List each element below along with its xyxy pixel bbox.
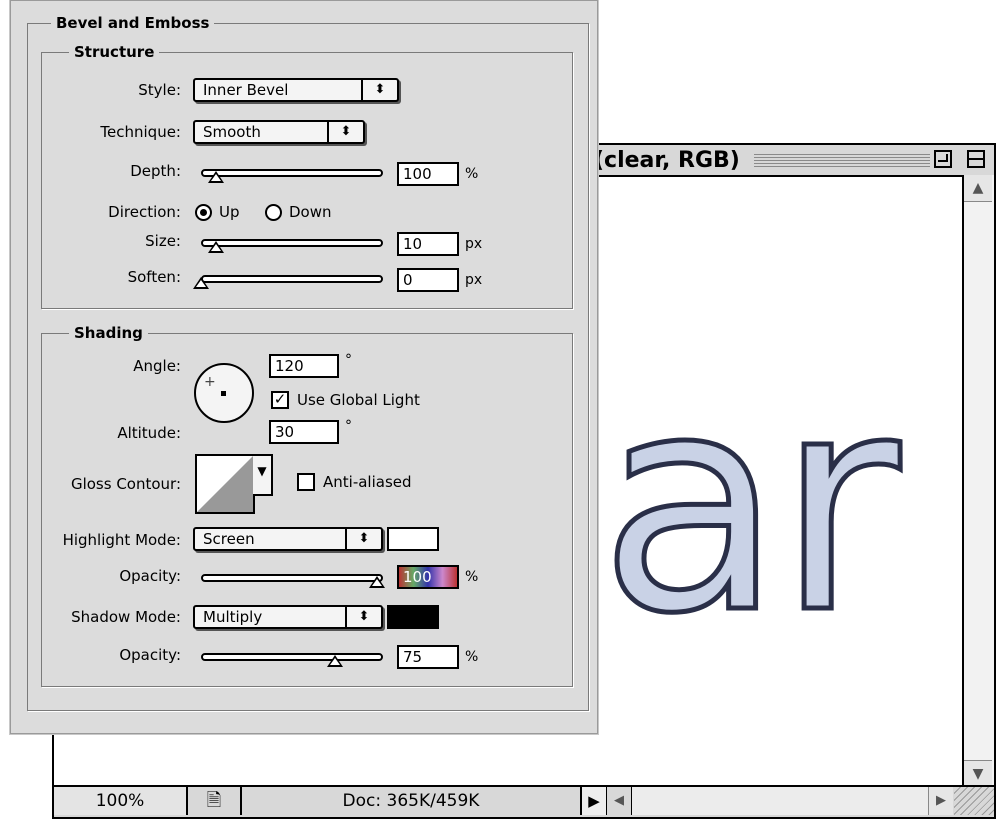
shading-title: Shading: [69, 324, 148, 342]
shadow-opacity-unit: %: [465, 649, 479, 665]
highlight-mode-label: Highlight Mode:: [62, 531, 181, 549]
style-popup[interactable]: Inner Bevel ⬍: [193, 78, 399, 102]
use-global-light-checkbox[interactable]: ✓: [271, 391, 289, 409]
direction-down-label[interactable]: Down: [289, 202, 332, 222]
shading-group: [41, 333, 573, 687]
vertical-scrollbar[interactable]: ▲ ▼: [962, 175, 994, 787]
shadow-opacity-field[interactable]: 75: [397, 645, 459, 669]
direction-down-radio[interactable]: [265, 204, 282, 221]
soften-slider-track[interactable]: [201, 275, 383, 283]
status-bar: 100% 🗎 Doc: 365K/459K ▶ ◀ ▶: [54, 785, 994, 817]
bevel-emboss-panel: Bevel and Emboss Structure Style: Inner …: [10, 0, 598, 734]
depth-unit: %: [465, 166, 479, 182]
shadow-mode-label: Shadow Mode:: [71, 608, 181, 626]
contour-dropdown-arrow-icon[interactable]: ▼: [253, 454, 273, 496]
title-bar-drag-lines[interactable]: [754, 152, 930, 168]
shadow-opacity-slider-track[interactable]: [201, 653, 383, 661]
scroll-left-icon[interactable]: ◀: [607, 787, 632, 815]
use-global-light-label[interactable]: Use Global Light: [297, 390, 420, 410]
depth-slider-track[interactable]: [201, 169, 383, 177]
style-label: Style:: [138, 81, 181, 99]
direction-up-label[interactable]: Up: [219, 202, 240, 222]
highlight-opacity-unit: %: [465, 569, 479, 585]
popup-arrows-icon: ⬍: [327, 122, 363, 142]
doc-size-info: Doc: 365K/459K: [242, 787, 582, 815]
popup-arrows-icon: ⬍: [345, 607, 381, 627]
highlight-opacity-field[interactable]: 100: [397, 565, 459, 589]
document-title: (clear, RGB): [594, 148, 740, 173]
angle-field[interactable]: 120: [269, 354, 339, 378]
soften-label: Soften:: [127, 268, 181, 286]
size-unit: px: [465, 236, 483, 252]
document-icon[interactable]: 🗎: [188, 787, 242, 815]
angle-dial[interactable]: +: [194, 363, 254, 423]
zoom-level[interactable]: 100%: [54, 787, 188, 815]
technique-label: Technique:: [100, 123, 181, 141]
gloss-contour-label: Gloss Contour:: [70, 475, 181, 493]
depth-field[interactable]: 100: [397, 162, 459, 186]
highlight-mode-value: Screen: [203, 530, 255, 548]
size-slider-track[interactable]: [201, 239, 383, 247]
dial-center-icon: [221, 391, 226, 396]
section-title: Bevel and Emboss: [51, 14, 215, 32]
altitude-field[interactable]: 30: [269, 420, 339, 444]
scroll-down-icon[interactable]: ▼: [964, 760, 992, 787]
depth-label: Depth:: [130, 162, 181, 180]
technique-popup[interactable]: Smooth ⬍: [193, 120, 365, 144]
angle-label: Angle:: [133, 357, 181, 375]
canvas-text: ar: [596, 330, 902, 679]
angle-unit: °: [345, 352, 352, 368]
soften-slider-thumb[interactable]: [193, 277, 209, 289]
shadow-color-swatch[interactable]: [387, 605, 439, 629]
shadow-opacity-label: Opacity:: [119, 646, 181, 664]
shadow-mode-popup[interactable]: Multiply ⬍: [193, 605, 383, 629]
gloss-contour-preview[interactable]: [195, 454, 255, 514]
zoom-box-icon[interactable]: [967, 150, 985, 168]
resize-grip-icon[interactable]: [954, 787, 994, 815]
depth-slider-thumb[interactable]: [208, 171, 224, 183]
highlight-color-swatch[interactable]: [387, 527, 439, 551]
scroll-right-icon[interactable]: ▶: [928, 787, 953, 815]
altitude-unit: °: [345, 418, 352, 434]
highlight-opacity-slider-track[interactable]: [201, 574, 383, 582]
status-menu-arrow-icon[interactable]: ▶: [582, 787, 607, 815]
popup-arrows-icon: ⬍: [361, 80, 397, 100]
highlight-mode-popup[interactable]: Screen ⬍: [193, 527, 383, 551]
anti-aliased-checkbox[interactable]: [297, 473, 315, 491]
popup-arrows-icon: ⬍: [345, 529, 381, 549]
horizontal-scrollbar[interactable]: [632, 787, 928, 815]
technique-value: Smooth: [203, 123, 261, 141]
altitude-label: Altitude:: [117, 424, 181, 442]
highlight-opacity-slider-thumb[interactable]: [369, 576, 385, 588]
size-field[interactable]: 10: [397, 232, 459, 256]
direction-label: Direction:: [108, 203, 181, 221]
light-source-crosshair-icon: +: [204, 374, 216, 390]
soften-unit: px: [465, 272, 483, 288]
contour-curve-icon: [197, 456, 253, 512]
collapse-box-icon[interactable]: [934, 150, 952, 168]
style-value: Inner Bevel: [203, 81, 289, 99]
scroll-up-icon[interactable]: ▲: [964, 175, 992, 202]
structure-title: Structure: [69, 43, 160, 61]
shadow-mode-value: Multiply: [203, 608, 263, 626]
highlight-opacity-label: Opacity:: [119, 567, 181, 585]
size-label: Size:: [145, 232, 181, 250]
soften-field[interactable]: 0: [397, 268, 459, 292]
anti-aliased-label[interactable]: Anti-aliased: [323, 472, 412, 492]
direction-up-radio[interactable]: [195, 204, 212, 221]
shadow-opacity-slider-thumb[interactable]: [327, 655, 343, 667]
size-slider-thumb[interactable]: [208, 241, 224, 253]
